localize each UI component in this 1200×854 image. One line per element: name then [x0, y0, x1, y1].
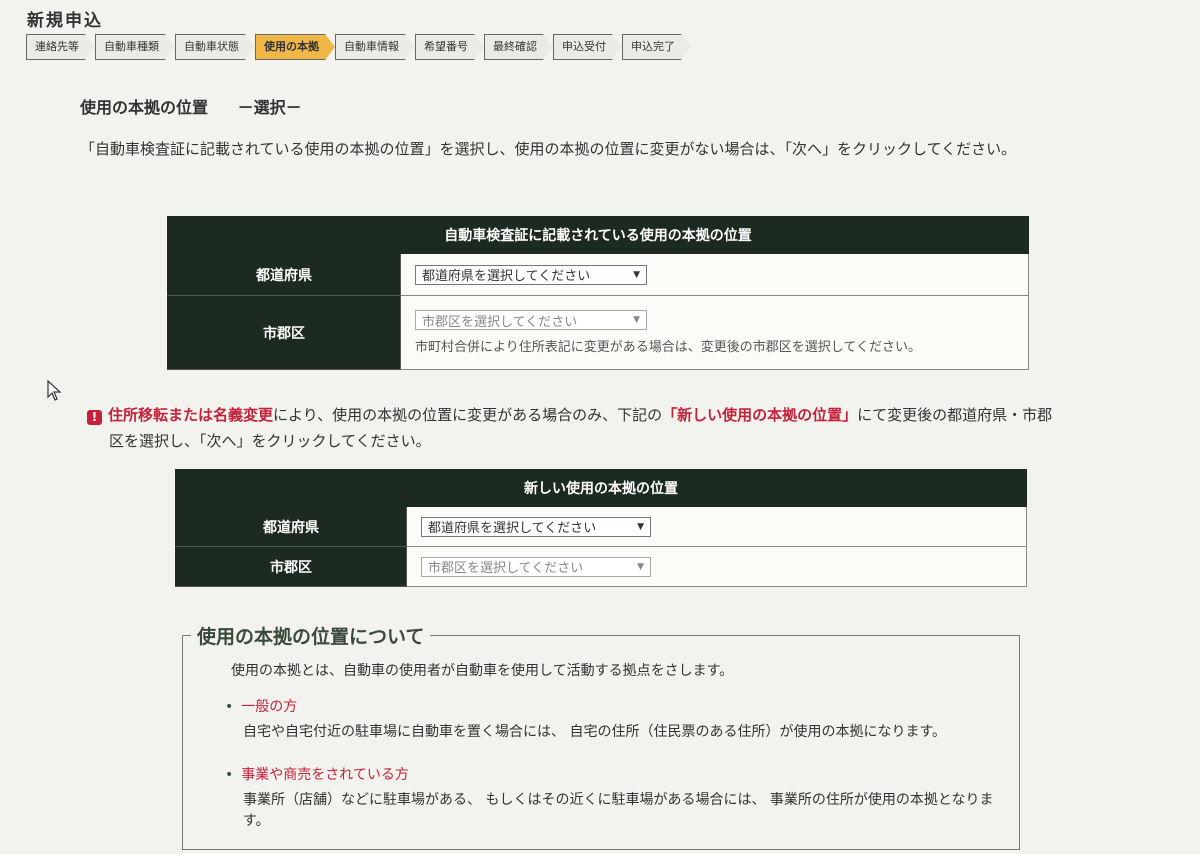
warning-text-2: にて変更後の都道府県・市郡: [857, 406, 1053, 424]
new-city-select[interactable]: 市郡区を選択してください ▼: [421, 556, 651, 577]
step-application-complete: 申込完了: [622, 34, 691, 60]
intro-text: 「自動車検査証に記載されている使用の本拠の位置」を選択し、使用の本拠の位置に変更…: [80, 140, 1017, 158]
about-item-text: 事業所（店舗）などに駐車場がある、 もしくはその近くに駐車場がある場合には、 事…: [243, 792, 994, 829]
current-city-cell: 市郡区を選択してください ▼ 市町村合併により住所表記に変更がある場合は、変更後…: [400, 295, 1029, 370]
current-prefecture-cell: 都道府県を選択してください ▼: [400, 253, 1029, 296]
step-contact: 連絡先等: [26, 34, 95, 60]
new-table-caption: 新しい使用の本拠の位置: [175, 469, 1027, 507]
new-prefecture-cell: 都道府県を選択してください ▼: [406, 506, 1027, 547]
about-item-label: 一般の方: [241, 699, 298, 715]
current-prefecture-select[interactable]: 都道府県を選択してください ▼: [415, 264, 647, 285]
about-item-business: • 事業や商売をされている方 事業所（店舗）などに駐車場がある、 もしくはその近く…: [225, 764, 1003, 832]
warning-red-2: 「新しい使用の本拠の位置」: [662, 406, 858, 424]
step-vehicle-status: 自動車状態: [175, 34, 255, 60]
progress-steps: 連絡先等 自動車種類 自動車状態 使用の本拠 自動車情報 希望番号 最終確認 申…: [26, 30, 691, 64]
bullet-icon: •: [225, 767, 234, 783]
current-table-caption: 自動車検査証に記載されている使用の本拠の位置: [167, 216, 1029, 254]
section-title-text: 使用の本拠の位置: [80, 98, 209, 117]
section-subtitle: －選択－: [237, 98, 302, 117]
current-city-select-value: 市郡区を選択してください: [422, 314, 578, 330]
new-city-cell: 市郡区を選択してください ▼: [406, 546, 1027, 587]
current-location-table: 自動車検査証に記載されている使用の本拠の位置 都道府県 都道府県を選択してくださ…: [167, 216, 1029, 370]
new-location-table: 新しい使用の本拠の位置 都道府県 都道府県を選択してください ▼ 市郡区 市郡区…: [175, 469, 1027, 587]
about-base-location-box: 使用の本拠の位置について 使用の本拠とは、自動車の使用者が自動車を使用して活動す…: [182, 622, 1023, 850]
section-title: 使用の本拠の位置 －選択－: [80, 94, 302, 118]
dropdown-arrow-icon: ▼: [633, 315, 640, 325]
step-application-received: 申込受付: [553, 34, 622, 60]
alert-icon: !: [87, 410, 102, 425]
warning-red-1: 住所移転または名義変更: [108, 406, 274, 424]
step-vehicle-type: 自動車種類: [95, 34, 175, 60]
current-city-select[interactable]: 市郡区を選択してください ▼: [415, 310, 647, 330]
bullet-icon: •: [225, 699, 234, 715]
dropdown-arrow-icon: ▼: [637, 521, 644, 532]
step-desired-number: 希望番号: [415, 34, 484, 60]
step-base-location: 使用の本拠: [255, 34, 335, 60]
page-title: 新規申込: [27, 11, 103, 31]
current-city-label: 市郡区: [167, 295, 401, 370]
dropdown-arrow-icon: ▼: [633, 269, 640, 280]
city-merge-note: 市町村合併により住所表記に変更がある場合は、変更後の市郡区を選択してください。: [415, 340, 921, 355]
dropdown-arrow-icon: ▼: [637, 561, 644, 572]
step-final-confirm: 最終確認: [484, 34, 553, 60]
new-prefecture-label: 都道府県: [175, 506, 407, 547]
warning-text-1: により、使用の本拠の位置に変更がある場合のみ、下記の: [273, 406, 663, 424]
current-prefecture-label: 都道府県: [167, 253, 401, 296]
about-title: 使用の本拠の位置について: [191, 622, 431, 649]
about-item-text: 自宅や自宅付近の駐車場に自動車を置く場合には、 自宅の住所（住民票のある住所）が…: [243, 724, 947, 740]
new-prefecture-select-value: 都道府県を選択してください: [428, 521, 597, 536]
step-vehicle-info: 自動車情報: [335, 34, 415, 60]
new-city-select-value: 市郡区を選択してください: [428, 561, 584, 576]
warning-text-line2: 区を選択し、「次へ」をクリックしてください。: [109, 432, 431, 450]
new-city-label: 市郡区: [175, 546, 407, 587]
location-change-warning: ! 住所移転または名義変更により、使用の本拠の位置に変更がある場合のみ、下記の「新…: [87, 402, 1177, 454]
about-item-general: • 一般の方 自宅や自宅付近の駐車場に自動車を置く場合には、 自宅の住所（住民票の…: [225, 696, 1023, 743]
about-description: 使用の本拠とは、自動車の使用者が自動車を使用して活動する拠点をさします。: [231, 663, 734, 679]
current-prefecture-select-value: 都道府県を選択してください: [422, 269, 591, 284]
new-prefecture-select[interactable]: 都道府県を選択してください ▼: [421, 516, 651, 537]
about-item-label: 事業や商売をされている方: [241, 767, 409, 783]
